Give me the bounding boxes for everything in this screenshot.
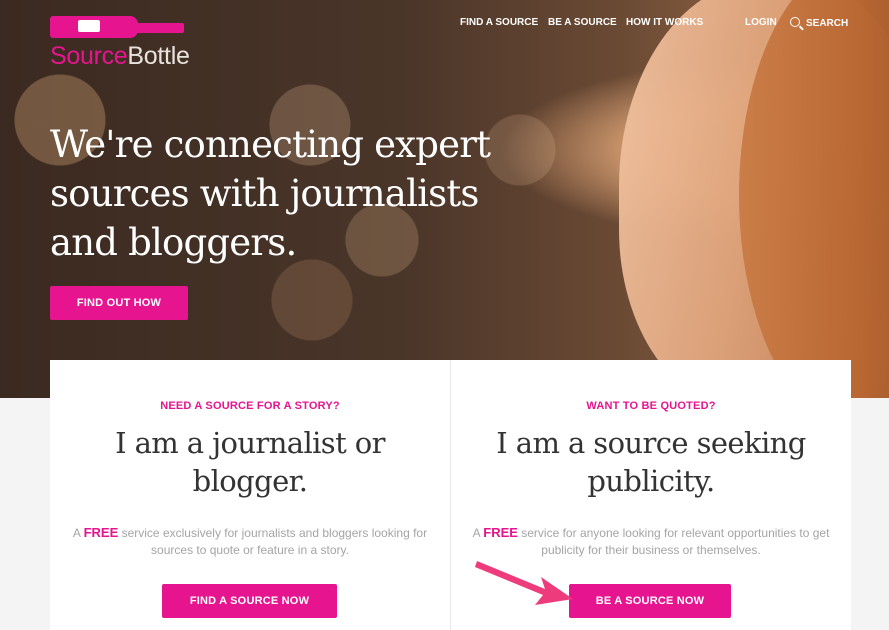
logo-word-source: Source (50, 42, 128, 70)
speech-bubble-icon (78, 20, 100, 32)
pointer-arrow-icon (475, 561, 573, 605)
find-a-source-now-button[interactable]: FIND A SOURCE NOW (162, 584, 337, 618)
logo-word-bottle: Bottle (127, 42, 190, 70)
find-out-how-button[interactable]: FIND OUT HOW (50, 286, 188, 320)
bottle-neck-icon (134, 23, 184, 33)
top-navigation: FIND A SOURCE BE A SOURCE HOW IT WORKS L… (460, 17, 848, 31)
nav-search-label: SEARCH (806, 18, 849, 29)
desc-rest: service exclusively for journalists and … (118, 526, 428, 557)
card-description: A FREE service for anyone looking for re… (471, 524, 831, 559)
desc-prefix: A (72, 526, 84, 540)
desc-rest: service for anyone looking for relevant … (517, 526, 830, 557)
nav-be-a-source[interactable]: BE A SOURCE (548, 17, 617, 28)
free-highlight: FREE (483, 525, 518, 540)
card-title: I am a journalist or blogger. (115, 426, 385, 498)
journalist-card: NEED A SOURCE FOR A STORY? I am a journa… (50, 360, 450, 630)
nav-how-it-works[interactable]: HOW IT WORKS (626, 17, 703, 28)
logo-wordmark: SourceBottle (50, 42, 190, 71)
card-eyebrow: WANT TO BE QUOTED? (586, 400, 716, 412)
logo[interactable]: SourceBottle (50, 16, 210, 72)
nav-login[interactable]: LOGIN (745, 17, 777, 28)
card-description: A FREE service exclusively for journalis… (70, 524, 430, 559)
be-a-source-now-button[interactable]: BE A SOURCE NOW (569, 584, 731, 618)
desc-prefix: A (472, 526, 484, 540)
card-eyebrow: NEED A SOURCE FOR A STORY? (160, 400, 340, 412)
search-icon (790, 17, 800, 27)
card-title: I am a source seeking publicity. (496, 426, 806, 498)
nav-search[interactable]: SEARCH (790, 17, 848, 29)
hero-headline: We're connecting expert sources with jou… (50, 123, 491, 264)
free-highlight: FREE (83, 525, 119, 540)
nav-find-a-source[interactable]: FIND A SOURCE (460, 17, 538, 28)
